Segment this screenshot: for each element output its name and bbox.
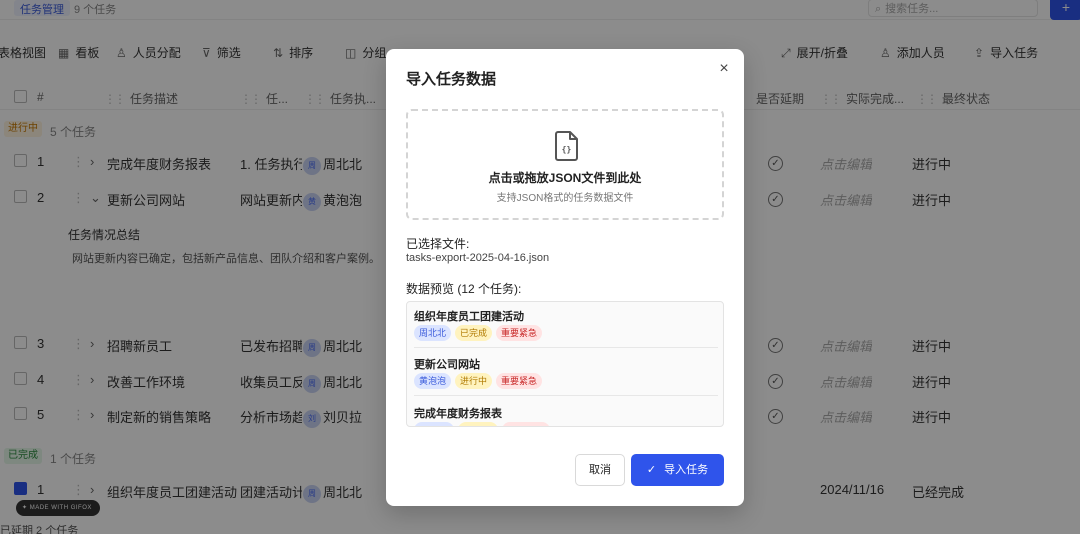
dropzone-subtitle: 支持JSON格式的任务数据文件 (496, 193, 634, 204)
list-item: 组织年度员工团建活动 周北北 已完成 重要紧急 (414, 302, 718, 348)
priority-tag (502, 422, 550, 426)
status-tag (458, 422, 498, 426)
selected-file-label: 已选择文件: (406, 237, 470, 251)
priority-tag: 重要紧急 (496, 325, 543, 341)
assignee-tag: 黄泡泡 (414, 373, 452, 389)
data-preview-list[interactable]: 组织年度员工团建活动 周北北 已完成 重要紧急 更新公司网站 黄泡泡 进行中 重要紧急 … (406, 301, 724, 427)
svg-text:{}: {} (562, 145, 572, 154)
selected-file-name: tasks-export-2025-04-16.json (406, 252, 550, 264)
assignee-tag: 周北北 (414, 325, 452, 341)
cancel-button[interactable]: 取消 (575, 454, 625, 486)
preview-task-name: 组织年度员工团建活动 (414, 311, 524, 323)
preview-label: 数据预览 (12 个任务): (406, 282, 522, 296)
close-icon[interactable]: × (716, 61, 732, 77)
import-tasks-button[interactable]: ✓ 导入任务 (631, 454, 724, 486)
status-tag: 已完成 (455, 325, 493, 341)
dropzone-title: 点击或拖放JSON文件到此处 (488, 171, 642, 185)
preview-task-name: 更新公司网站 (414, 359, 480, 371)
preview-task-name: 完成年度财务报表 (414, 408, 502, 420)
list-item: 完成年度财务报表 (414, 399, 718, 426)
file-dropzone[interactable]: {} 点击或拖放JSON文件到此处 支持JSON格式的任务数据文件 (406, 109, 724, 220)
import-button-label: 导入任务 (664, 464, 709, 476)
priority-tag: 重要紧急 (496, 373, 543, 389)
assignee-tag (414, 422, 454, 426)
dialog-title: 导入任务数据 (406, 71, 497, 88)
list-item: 更新公司网站 黄泡泡 进行中 重要紧急 (414, 350, 718, 396)
status-tag: 进行中 (455, 373, 493, 389)
import-dialog: 导入任务数据 × {} 点击或拖放JSON文件到此处 支持JSON格式的任务数据… (386, 49, 744, 506)
file-json-icon: {} (555, 131, 578, 161)
check-icon: ✓ (646, 464, 657, 476)
